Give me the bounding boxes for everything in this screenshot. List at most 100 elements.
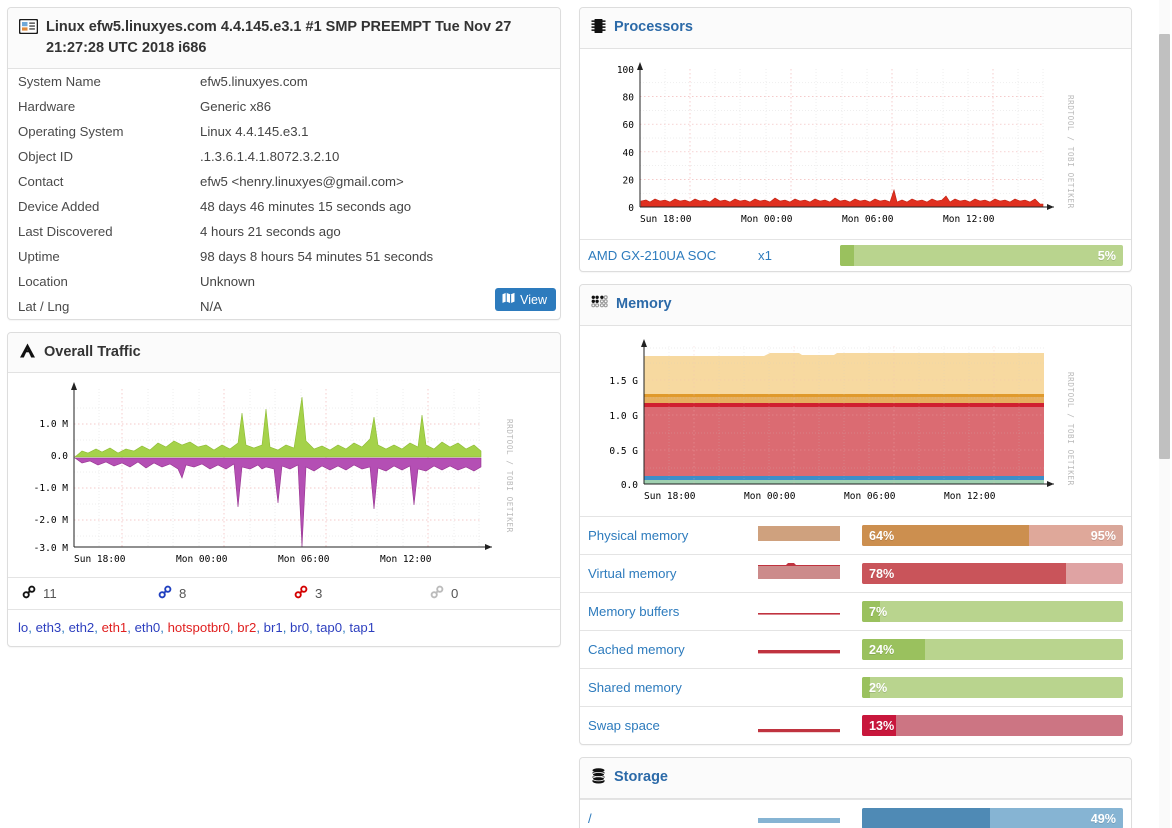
memory-panel: Memory 1.5 G 1.0 G 0.5 G 0.0 Sun 18:00 M…	[579, 284, 1132, 745]
memory-label[interactable]: Physical memory	[586, 528, 758, 543]
interface-count-down[interactable]: 3	[284, 585, 420, 602]
interface-link[interactable]: eth1	[102, 620, 128, 635]
interface-count-value: 11	[43, 586, 57, 602]
row-key: Hardware	[18, 99, 76, 115]
xtick-label: Mon 12:00	[943, 214, 995, 225]
row-key: Last Discovered	[18, 224, 113, 240]
memory-bar-container: 2%	[854, 677, 1125, 698]
link-icon-black	[22, 585, 36, 602]
memory-sparkline	[758, 560, 854, 587]
row-key: Device Added	[18, 199, 100, 215]
xtick-label: Mon 00:00	[744, 491, 796, 502]
memory-row-physical[interactable]: Physical memory 64% 95%	[580, 516, 1131, 554]
bar-percent-label-left: 2%	[869, 680, 888, 695]
view-map-button[interactable]: View	[495, 288, 556, 312]
memory-graph[interactable]: 1.5 G 1.0 G 0.5 G 0.0 Sun 18:00 Mon 00:0…	[584, 332, 1124, 512]
traffic-graph[interactable]: 1.0 M 0.0 -1.0 M -2.0 M -3.0 M Sun 18:00…	[12, 379, 557, 574]
ytick-label: -3.0 M	[34, 543, 69, 554]
memory-label[interactable]: Swap space	[586, 718, 758, 733]
interface-count-total[interactable]: 11	[12, 585, 148, 602]
xtick-label: Sun 18:00	[74, 554, 126, 565]
interface-link[interactable]: hotspotbr0	[168, 620, 230, 635]
bar-percent-label: 5%	[1097, 248, 1116, 263]
table-row: Hardware Generic x86	[8, 94, 560, 119]
row-value-text: N/A	[200, 299, 222, 315]
overall-traffic-title: Overall Traffic	[44, 344, 141, 361]
ytick-label: 100	[617, 65, 634, 76]
memory-row-buffers[interactable]: Memory buffers 7%	[580, 592, 1131, 630]
storage-label[interactable]: /	[586, 811, 758, 826]
memory-row-shared[interactable]: Shared memory 2%	[580, 668, 1131, 706]
bar-fill	[862, 808, 990, 828]
id-card-icon	[18, 18, 39, 39]
ytick-label: 0.0	[621, 480, 638, 491]
row-value: 98 days 8 hours 54 minutes 51 seconds	[200, 249, 434, 265]
memory-bar-container: 64% 95%	[854, 525, 1125, 546]
row-key: Lat / Lng	[18, 299, 70, 315]
memory-label[interactable]: Memory buffers	[586, 604, 758, 619]
processors-panel: Processors 100 80 60 40 20 0 Sun 18:00 M…	[579, 7, 1132, 272]
link-icon-grey	[430, 585, 444, 602]
ytick-label: 60	[623, 120, 635, 131]
view-button-label: View	[520, 292, 547, 307]
table-row: Operating System Linux 4.4.145.e3.1	[8, 119, 560, 144]
xtick-label: Mon 12:00	[944, 491, 996, 502]
processor-label[interactable]: AMD GX-210UA SOC	[586, 248, 758, 263]
xtick-label: Mon 06:00	[278, 554, 330, 565]
table-row: Last Discovered 4 hours 21 seconds ago	[8, 219, 560, 244]
xtick-label: Mon 06:00	[842, 214, 894, 225]
interface-link[interactable]: eth0	[135, 620, 161, 635]
storage-sparkline	[758, 805, 854, 828]
interface-link[interactable]: br2	[237, 620, 256, 635]
interface-link[interactable]: eth2	[69, 620, 95, 635]
xtick-label: Sun 18:00	[644, 491, 696, 502]
memory-label[interactable]: Virtual memory	[586, 566, 758, 581]
memory-usage-bar: 24%	[862, 639, 1123, 660]
memory-chip-icon	[591, 295, 608, 316]
ytick-label: -1.0 M	[34, 483, 69, 494]
interface-link[interactable]: tap0	[316, 620, 342, 635]
memory-row-virtual[interactable]: Virtual memory 78%	[580, 554, 1131, 592]
memory-graph-container[interactable]: 1.5 G 1.0 G 0.5 G 0.0 Sun 18:00 Mon 00:0…	[580, 326, 1131, 516]
storage-row-root[interactable]: / 49%	[580, 799, 1131, 828]
scrollbar-thumb[interactable]	[1159, 34, 1170, 459]
memory-usage-bar: 2%	[862, 677, 1123, 698]
row-value: N/A View	[190, 288, 560, 319]
row-value: 48 days 46 minutes 15 seconds ago	[200, 199, 412, 215]
memory-label[interactable]: Shared memory	[586, 680, 758, 695]
storage-title: Storage	[614, 769, 668, 785]
processor-row[interactable]: AMD GX-210UA SOC x1 5%	[580, 239, 1131, 271]
processor-usage-bar: 5%	[840, 245, 1123, 266]
table-row: Object ID .1.3.6.1.4.1.8072.3.2.10	[8, 144, 560, 169]
processor-usage-bar-container: 5%	[832, 245, 1125, 266]
right-column: Processors 100 80 60 40 20 0 Sun 18:00 M…	[570, 0, 1156, 828]
ytick-label: 40	[623, 148, 635, 159]
link-icon-red	[294, 585, 308, 602]
interface-count-ignored[interactable]: 0	[420, 585, 556, 602]
overall-traffic-graph-container[interactable]: 1.0 M 0.0 -1.0 M -2.0 M -3.0 M Sun 18:00…	[8, 373, 560, 577]
xtick-label: Sun 18:00	[640, 214, 692, 225]
interface-link[interactable]: br0	[290, 620, 309, 635]
processors-graph[interactable]: 100 80 60 40 20 0 Sun 18:00 Mon 00:00 Mo…	[584, 55, 1124, 235]
bar-percent-label-right: 95%	[1090, 528, 1116, 543]
interface-count-up[interactable]: 8	[148, 585, 284, 602]
interface-link[interactable]: lo	[18, 620, 28, 635]
memory-sparkline	[758, 522, 854, 549]
memory-usage-bar: 64% 95%	[862, 525, 1123, 546]
memory-row-swap[interactable]: Swap space 13%	[580, 706, 1131, 744]
xtick-label: Mon 00:00	[741, 214, 793, 225]
processors-title: Processors	[614, 19, 693, 35]
memory-title: Memory	[616, 296, 672, 312]
page-scrollbar[interactable]	[1159, 0, 1170, 828]
bar-percent-label-left: 7%	[869, 604, 888, 619]
memory-header: Memory	[580, 285, 1131, 326]
interface-link[interactable]: tap1	[349, 620, 375, 635]
processors-graph-container[interactable]: 100 80 60 40 20 0 Sun 18:00 Mon 00:00 Mo…	[580, 49, 1131, 239]
memory-label[interactable]: Cached memory	[586, 642, 758, 657]
row-value: efw5 <henry.linuxyes@gmail.com>	[200, 174, 404, 190]
interface-link[interactable]: br1	[264, 620, 283, 635]
memory-row-cached[interactable]: Cached memory 24%	[580, 630, 1131, 668]
table-row: System Name efw5.linuxyes.com	[8, 69, 560, 94]
interface-link[interactable]: eth3	[36, 620, 62, 635]
row-value: Linux 4.4.145.e3.1	[200, 124, 309, 140]
